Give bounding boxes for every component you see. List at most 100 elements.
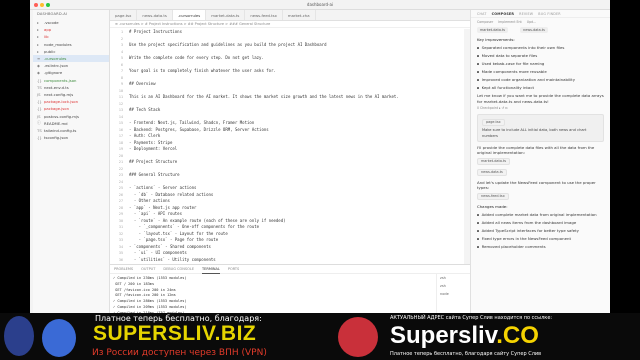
watermark-banner-left: Платное теперь бесплатно, благодаря: SUP…: [0, 313, 320, 360]
bullet-dot: [477, 214, 479, 216]
editor-tab[interactable]: .cursorrules: [172, 10, 207, 20]
terminal-instance[interactable]: node: [437, 290, 470, 298]
cat-mascot-icon: [42, 319, 76, 357]
bullet-text: Added complete market data from original…: [481, 212, 597, 218]
bullet-dot: [477, 46, 479, 49]
composer-subtabs: Composer Implement Ent Upd...: [471, 18, 610, 25]
title-bar: dashboard-ai: [30, 0, 610, 10]
bullet-text: Moved data to separate files: [481, 52, 538, 58]
bullet-item: Added TypeScript interfaces for better t…: [477, 228, 604, 233]
file-type-icon: TS: [37, 84, 42, 90]
window-title: dashboard-ai: [306, 2, 334, 7]
editor-tab[interactable]: news-data.ts: [137, 10, 173, 20]
context-file-chip[interactable]: market-data.ts: [477, 27, 509, 33]
composer-tab[interactable]: REVIEW: [519, 12, 533, 16]
bullet-item: Kept all functionality intact: [477, 85, 604, 90]
code-view[interactable]: 1 2 3 4 5 6 7 8 9 10 11 12 13 14 15 16 17 18 19 20 21 22 23 24 2…: [110, 29, 470, 264]
context-file-chip[interactable]: news-data.ts: [520, 27, 548, 33]
vscode-window: dashboard-ai DASHBOARD-AI ▸ .vscode ▸ app ▸ l…: [30, 0, 610, 345]
user-message-text: Make sure to include ALL initial data, b…: [482, 128, 587, 138]
file-tree-label: node_modules: [44, 41, 72, 47]
terminal-instance[interactable]: zsh: [437, 282, 470, 290]
composer-tab[interactable]: CHAT: [477, 12, 487, 16]
brand-tld: .CO: [496, 322, 539, 349]
line-number-gutter: 1 2 3 4 5 6 7 8 9 10 11 12 13 14 15 16 17 18 19 20 21 22 23 24 2…: [110, 29, 126, 264]
file-type-icon: {}: [37, 99, 42, 105]
code-block-news-feed[interactable]: news-feed.tsx: [477, 192, 509, 201]
bullet-dot: [477, 70, 479, 73]
file-type-icon: ◆: [37, 70, 40, 76]
file-tree-label: postcss.config.mjs: [44, 113, 80, 119]
file-tree-item[interactable]: ⓘ README.md: [33, 120, 109, 127]
file-type-icon: ◆: [37, 63, 40, 69]
breadcrumb[interactable]: ≡ .cursorrules > # Project Instructions …: [110, 21, 470, 28]
file-tree-item[interactable]: {} package-lock.json: [33, 98, 109, 105]
code-block-news-data[interactable]: news-data.ts: [477, 168, 507, 177]
editor-tabs: page.tsx news-data.ts .cursorrules market-d…: [110, 10, 470, 21]
attached-file-chip[interactable]: page.tsx: [482, 119, 505, 127]
panel-tab[interactable]: DEBUG CONSOLE: [163, 265, 194, 274]
composer-conversation: Key improvements: Separated components i…: [471, 37, 610, 249]
file-tree-item[interactable]: {} package.json: [33, 105, 109, 112]
file-type-icon: ▸: [37, 48, 39, 54]
composer-subtab[interactable]: Upd...: [527, 20, 536, 24]
file-tree-label: public: [44, 48, 56, 54]
file-tree-item[interactable]: ◆ .gitignore: [33, 69, 109, 76]
file-tree-item[interactable]: {} components.json: [33, 77, 109, 84]
panel-tab[interactable]: PROBLEMS: [114, 265, 133, 274]
file-tree-item[interactable]: JS next.config.mjs: [33, 91, 109, 98]
file-tree-item[interactable]: {} tsconfig.json: [33, 134, 109, 141]
file-tree-label: .vscode: [44, 20, 59, 26]
composer-tab[interactable]: BUG FINDER: [538, 12, 561, 16]
file-type-icon: JS: [37, 113, 41, 119]
file-tree-item[interactable]: ≡ .cursorrules: [33, 54, 109, 63]
bullet-dot: [477, 86, 479, 89]
file-tree-label: .cursorrules: [44, 56, 67, 62]
bullet-dot: [477, 230, 479, 232]
changes-list: Added complete market data from original…: [477, 212, 604, 249]
editor-tab[interactable]: page.tsx: [110, 10, 138, 20]
bullet-item: Improved code organization and maintaina…: [477, 77, 604, 82]
file-type-icon: ▸: [37, 41, 39, 47]
composer-tab[interactable]: COMPOSER: [492, 12, 515, 16]
file-tree-item[interactable]: ▸ public: [33, 48, 109, 55]
composer-tabs: CHAT COMPOSER REVIEW BUG FINDER: [471, 10, 610, 18]
banner-right-line3: Платное теперь бесплатно, благодаря сайт…: [390, 351, 542, 357]
composer-panel: CHAT COMPOSER REVIEW BUG FINDER Composer Imp…: [470, 10, 610, 345]
composer-subtab[interactable]: Implement Ent: [498, 20, 522, 24]
bullet-dot: [477, 238, 479, 240]
checkpoint-row[interactable]: 0 Checkpoint ▸ ↺ ⧉: [477, 106, 604, 111]
editor-tab[interactable]: news-feed.tsx: [245, 10, 283, 20]
file-tree-item[interactable]: ▸ lib: [33, 33, 109, 40]
changes-heading: Changes made:: [477, 204, 508, 210]
file-tree-item[interactable]: TS next-env.d.ts: [33, 84, 109, 91]
editor-tab[interactable]: market-data.ts: [206, 10, 246, 20]
code-block-market-data[interactable]: market-data.ts: [477, 157, 511, 165]
file-tree-item[interactable]: ▸ .vscode: [33, 19, 109, 26]
banner-left-brand: SUPERSLIV.BIZ: [93, 322, 257, 345]
bullet-item: Made components more reusable: [477, 69, 604, 74]
code-lines[interactable]: # Project Instructions Use the project sp…: [129, 29, 464, 264]
panel-tabs: PROBLEMS OUTPUT DEBUG CONSOLE TERMINAL PORTS: [110, 265, 470, 274]
banner-left-line3: Из России доступен через ВПН (VPN): [92, 348, 267, 358]
file-tree-label: next-env.d.ts: [44, 84, 69, 90]
file-tree-item[interactable]: ◆ .eslintrc.json: [33, 62, 109, 69]
file-tree-label: lib: [44, 34, 49, 40]
file-tree-item[interactable]: TS tailwind.config.ts: [33, 127, 109, 134]
panel-tab[interactable]: PORTS: [228, 265, 239, 274]
file-tree-label: package.json: [44, 106, 69, 112]
file-tree-label: package-lock.json: [44, 99, 79, 105]
file-tree-item[interactable]: ▸ app: [33, 26, 109, 33]
update-text: And let's update the NewsFeed component …: [477, 180, 596, 191]
panel-tab[interactable]: OUTPUT: [141, 265, 155, 274]
file-type-icon: JS: [37, 91, 41, 97]
editor-tab[interactable]: market-cha: [283, 10, 316, 20]
terminal-instance[interactable]: zsh: [437, 274, 470, 282]
line-number: 36: [118, 257, 123, 262]
file-tree-item[interactable]: JS postcss.config.mjs: [33, 112, 109, 119]
bullet-dot: [477, 62, 479, 65]
panel-tab[interactable]: TERMINAL: [202, 265, 220, 274]
file-tree-item[interactable]: ▸ node_modules: [33, 41, 109, 48]
bullet-item: Moved data to separate files: [477, 53, 604, 58]
composer-subtab[interactable]: Composer: [477, 20, 493, 24]
